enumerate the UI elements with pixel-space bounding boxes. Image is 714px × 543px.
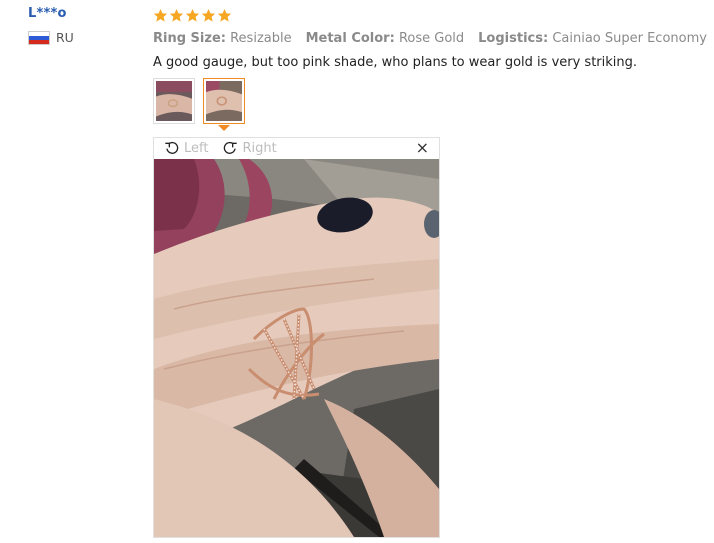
star-icon [185,8,200,22]
attr-logistics: Logistics: Cainiao Super Economy [478,31,707,46]
reviewer-country: RU [28,30,128,45]
reviewer-info: L***o RU [28,6,128,45]
review-thumbnail-active[interactable] [203,78,245,131]
star-icon [169,8,184,22]
russia-flag-icon [28,30,50,45]
star-icon [201,8,216,22]
star-icon [153,8,168,22]
rotate-left-icon [165,141,179,154]
rotate-left-label: Left [184,140,209,156]
review-photo [154,159,439,537]
rotate-right-icon [224,141,238,154]
viewer-toolbar: Left Right × [154,138,439,158]
attr-metal-color: Metal Color: Rose Gold [305,31,465,46]
photo-thumbnail-icon [156,81,192,121]
review-thumbnails [153,78,693,131]
review-body: Ring Size: Resizable Metal Color: Rose G… [153,6,707,131]
review-comment: A good gauge, but too pink shade, who pl… [153,55,638,70]
order-attributes: Ring Size: Resizable Metal Color: Rose G… [153,31,707,46]
rotate-right-button[interactable]: Right [222,140,277,156]
star-icon [217,8,232,22]
rotate-left-button[interactable]: Left [164,140,208,156]
review-thumbnail[interactable] [153,78,195,124]
close-icon[interactable]: × [416,139,429,157]
star-rating [153,6,693,24]
reviewer-name: L***o [28,6,67,21]
rotate-right-label: Right [242,140,277,156]
photo-thumbnail-icon [206,81,242,121]
attr-ring-size: Ring Size: Resizable [153,31,292,46]
ring-photo-image [154,159,439,537]
image-viewer: Left Right × [153,137,440,538]
country-code: RU [56,30,74,45]
